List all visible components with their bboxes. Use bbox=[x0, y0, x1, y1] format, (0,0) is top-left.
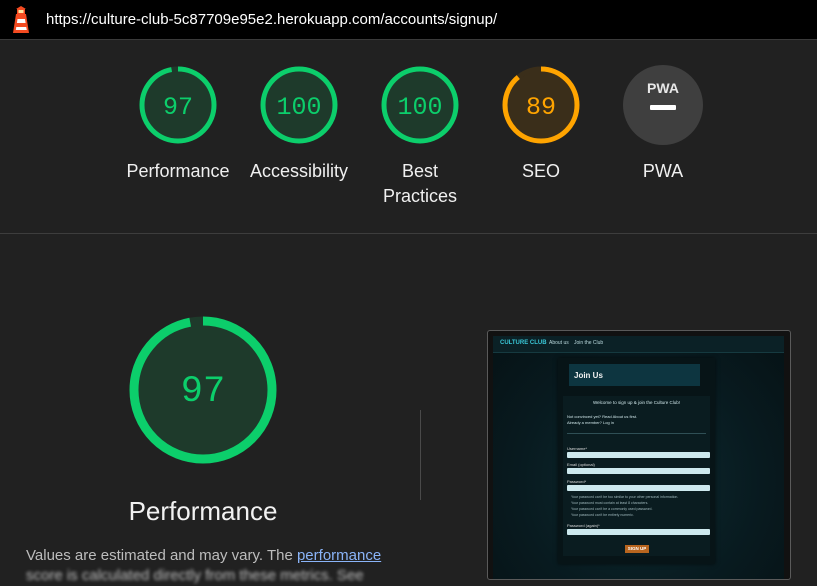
thumb-nav-about: About us bbox=[549, 340, 569, 346]
address-bar: https://culture-club-5c87709e95e2.heroku… bbox=[0, 0, 817, 40]
performance-big-gauge: 97 bbox=[129, 316, 277, 464]
gauge-seo[interactable]: 89 SEO bbox=[481, 64, 601, 184]
screenshot-page: CULTURE CLUB About us Join the Club Join… bbox=[493, 336, 784, 579]
thumb-password-label: Password* bbox=[567, 479, 587, 484]
thumb-email-field bbox=[567, 468, 710, 474]
seo-score-ring: 89 bbox=[502, 66, 580, 144]
gauge-accessibility[interactable]: 100 Accessibility bbox=[239, 64, 359, 184]
thumb-brand: CULTURE CLUB bbox=[500, 340, 547, 346]
gauge-best-practices[interactable]: 100 Best Practices bbox=[360, 64, 480, 209]
best-practices-label: Best Practices bbox=[360, 159, 480, 209]
thumb-password2-field bbox=[567, 529, 710, 535]
pwa-badge-icon: PWA bbox=[623, 65, 703, 145]
seo-score: 89 bbox=[526, 93, 556, 122]
seo-label: SEO bbox=[521, 161, 560, 181]
thumb-navbar: CULTURE CLUB About us Join the Club bbox=[493, 336, 784, 353]
performance-score: 97 bbox=[163, 93, 193, 122]
thumb-hint-3: Your password can't be a commonly used p… bbox=[571, 507, 653, 511]
performance-big-score: 97 bbox=[181, 371, 225, 413]
performance-title: Performance bbox=[128, 496, 278, 526]
best-practices-score-ring: 100 bbox=[381, 66, 459, 144]
thumb-form-panel: Welcome to sign up & join the Culture Cl… bbox=[563, 396, 710, 556]
thumb-signup-button: SIGN UP bbox=[625, 545, 649, 553]
thumb-username-field bbox=[567, 452, 710, 458]
performance-description: Values are estimated and may vary. The p… bbox=[26, 546, 406, 586]
thumb-intro: Not convinced yet? Read About us first. bbox=[567, 414, 638, 419]
lighthouse-logo-icon bbox=[13, 6, 29, 33]
final-screenshot: CULTURE CLUB About us Join the Club Join… bbox=[487, 330, 791, 580]
accessibility-label: Accessibility bbox=[249, 161, 349, 181]
best-practices-score: 100 bbox=[397, 93, 442, 122]
description-text: Values are estimated and may vary. The bbox=[26, 547, 297, 564]
thumb-hint-2: Your password must contain at least 8 ch… bbox=[571, 501, 649, 505]
thumb-heading: Join Us bbox=[574, 371, 603, 380]
section-divider bbox=[0, 233, 817, 234]
thumb-hint-4: Your password can't be entirely numeric. bbox=[571, 513, 634, 517]
thumb-hint-1: Your password can't be too similar to yo… bbox=[571, 495, 679, 499]
category-gauges: 97 Performance 100 Accessibility 100 Bes… bbox=[0, 40, 817, 233]
accessibility-score-ring: 100 bbox=[260, 66, 338, 144]
thumb-card: Join Us Welcome to sign up & join the Cu… bbox=[558, 358, 715, 564]
description-tail: score is calculated directly from these … bbox=[26, 567, 364, 584]
thumb-welcome: Welcome to sign up & join the Culture Cl… bbox=[593, 400, 680, 405]
vertical-divider bbox=[420, 410, 421, 500]
pwa-badge-text: PWA bbox=[647, 80, 679, 96]
performance-score-ring: 97 bbox=[139, 66, 217, 144]
thumb-password2-label: Password (again)* bbox=[567, 523, 600, 528]
best-practices-label-line2: Practices bbox=[382, 186, 458, 206]
thumb-password-field bbox=[567, 485, 710, 491]
pwa-label: PWA bbox=[642, 161, 684, 181]
thumb-username-label: Username* bbox=[567, 446, 588, 451]
gauge-performance[interactable]: 97 Performance bbox=[118, 64, 238, 184]
accessibility-score: 100 bbox=[276, 93, 321, 122]
performance-label: Performance bbox=[126, 161, 230, 181]
thumb-email-label: Email (optional) bbox=[567, 462, 595, 467]
best-practices-label-line1: Best bbox=[401, 161, 439, 181]
page-url: https://culture-club-5c87709e95e2.heroku… bbox=[46, 11, 498, 28]
gauge-pwa[interactable]: PWA PWA bbox=[603, 64, 723, 184]
performance-link[interactable]: performance bbox=[297, 547, 381, 564]
thumb-rule bbox=[567, 433, 706, 434]
thumb-already-member: Already a member? Log in bbox=[567, 420, 614, 425]
thumb-heading-box: Join Us bbox=[569, 364, 700, 386]
thumb-nav-join: Join the Club bbox=[574, 340, 604, 346]
